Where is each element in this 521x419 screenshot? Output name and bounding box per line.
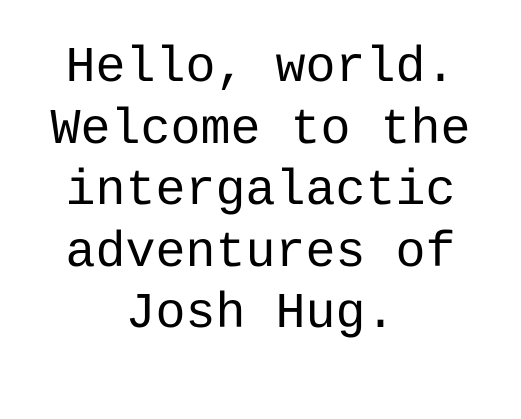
- message-text: Hello, world. Welcome to the intergalact…: [0, 38, 521, 346]
- message-line: Josh Hug.: [125, 286, 396, 343]
- message-line: Hello, world.: [65, 40, 456, 97]
- message-line: adventures of: [65, 224, 456, 282]
- message-line: intergalactic: [65, 163, 456, 220]
- message-line: Welcome to the: [50, 101, 471, 159]
